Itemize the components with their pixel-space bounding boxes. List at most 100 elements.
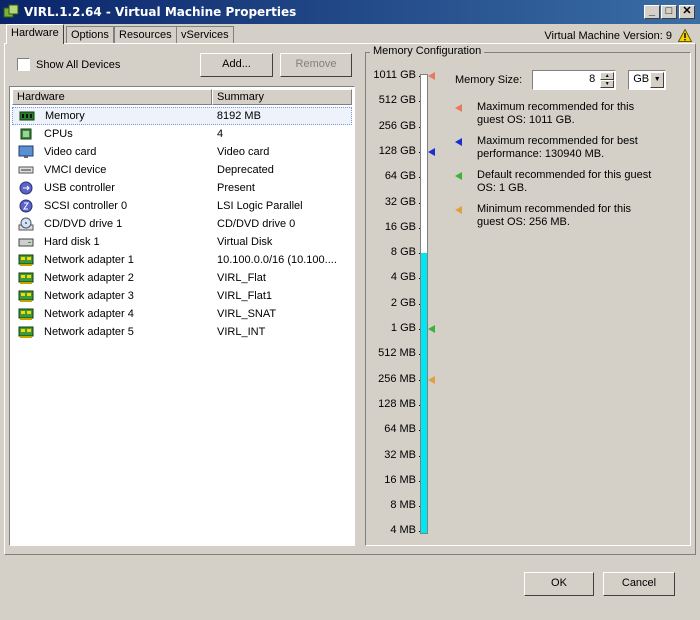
scale-label: 32 MB: [384, 448, 416, 461]
window-title: VIRL.1.2.64 - Virtual Machine Properties: [24, 5, 297, 19]
table-row[interactable]: SCSI controller 0 LSI Logic Parallel: [12, 197, 352, 215]
memory-configuration-label: Memory Configuration: [370, 45, 485, 57]
show-all-devices[interactable]: Show All Devices: [17, 58, 120, 71]
ok-button[interactable]: OK: [524, 572, 594, 596]
memory-unit-value: GB: [633, 73, 650, 85]
hardware-summary: Virtual Disk: [217, 236, 273, 248]
memory-marker-icon: [428, 72, 435, 80]
cancel-button[interactable]: Cancel: [603, 572, 675, 596]
scale-label: 4 MB: [390, 524, 416, 537]
scale-label: 8 MB: [390, 499, 416, 512]
memory-legend-item: Default recommended for this guest OS: 1…: [455, 169, 657, 195]
table-row[interactable]: Memory 8192 MB: [12, 107, 352, 125]
memory-slider-fill[interactable]: [420, 253, 428, 534]
tab-options[interactable]: Options: [66, 26, 114, 43]
table-row[interactable]: Network adapter 5 VIRL_INT: [12, 323, 352, 341]
memory-legend-item: Maximum recommended for this guest OS: 1…: [455, 101, 657, 127]
memory-size-spinner[interactable]: ▲ ▼: [600, 72, 615, 88]
table-row[interactable]: VMCI device Deprecated: [12, 161, 352, 179]
hardware-summary: Video card: [217, 146, 270, 158]
tab-resources[interactable]: Resources: [114, 26, 177, 43]
legend-text: Default recommended for this guest OS: 1…: [477, 169, 652, 194]
table-row[interactable]: Hard disk 1 Virtual Disk: [12, 233, 352, 251]
vm-version: Virtual Machine Version: 9: [544, 29, 692, 42]
memory-size-value: 8: [589, 73, 596, 85]
hardware-table-header: Hardware Summary: [12, 89, 352, 105]
scale-label: 1 GB: [390, 322, 416, 334]
memory-marker-icon: [428, 325, 435, 333]
table-row[interactable]: CPUs 4: [12, 125, 352, 143]
scale-label: 512 GB: [378, 94, 416, 107]
column-hardware[interactable]: Hardware: [12, 89, 212, 105]
spin-down-icon[interactable]: ▼: [600, 80, 615, 88]
scale-label: 128 MB: [378, 397, 416, 410]
scale-label: 512 MB: [378, 347, 416, 360]
legend-marker-icon: [455, 172, 462, 180]
legend-marker-icon: [455, 104, 462, 112]
table-row[interactable]: Network adapter 1 10.100.0.0/16 (10.100..…: [12, 251, 352, 269]
memory-unit-select[interactable]: GB ▼: [628, 70, 667, 90]
remove-button[interactable]: Remove: [280, 53, 352, 77]
warning-icon: [678, 29, 692, 42]
memory-marker-icon: [428, 147, 435, 156]
hardware-summary: Present: [217, 182, 255, 194]
hardware-name: VMCI device: [44, 164, 107, 176]
show-all-devices-checkbox[interactable]: [17, 58, 30, 71]
scale-label: 8 GB: [390, 246, 416, 259]
hardware-summary: VIRL_Flat1: [217, 290, 273, 302]
scale-label: 256 GB: [378, 119, 416, 132]
vm-app-icon: [3, 4, 19, 18]
hardware-summary: 10.100.0.0/16 (10.100....: [217, 254, 337, 266]
table-row[interactable]: Network adapter 2 VIRL_Flat: [12, 269, 352, 287]
scsi-icon: [18, 199, 34, 213]
scale-label: 1011 GB: [373, 69, 416, 81]
chevron-down-icon[interactable]: ▼: [650, 72, 665, 88]
hardware-summary: Deprecated: [217, 164, 274, 176]
hardware-name: CPUs: [44, 128, 73, 140]
scale-label: 64 GB: [384, 170, 416, 183]
table-row[interactable]: Video card Video card: [12, 143, 352, 161]
memory-legend-item: Maximum recommended for best performance…: [455, 135, 657, 161]
network-adapter-icon: [18, 307, 34, 321]
tab-hardware[interactable]: Hardware: [6, 24, 64, 44]
cd-drive-icon: [18, 217, 34, 231]
scale-label: 16 GB: [384, 220, 416, 233]
scale-label: 4 GB: [390, 271, 416, 284]
vm-version-label: Virtual Machine Version: 9: [544, 29, 672, 42]
scale-label: 256 MB: [378, 372, 416, 385]
close-button[interactable]: ✕: [679, 5, 695, 19]
scale-label: 16 MB: [384, 473, 416, 486]
maximize-button[interactable]: □: [661, 5, 677, 19]
minimize-button[interactable]: _: [644, 5, 660, 19]
spin-up-icon[interactable]: ▲: [600, 72, 615, 80]
hard-disk-icon: [18, 235, 34, 249]
tab-vservices[interactable]: vServices: [176, 26, 234, 43]
network-adapter-icon: [18, 271, 34, 285]
table-row[interactable]: Network adapter 3 VIRL_Flat1: [12, 287, 352, 305]
network-adapter-icon: [18, 325, 34, 339]
hardware-name: Network adapter 2: [44, 272, 134, 284]
hardware-summary: 8192 MB: [216, 110, 261, 122]
hardware-name: USB controller: [44, 182, 115, 194]
hardware-summary: VIRL_Flat: [217, 272, 266, 284]
network-adapter-icon: [18, 253, 34, 267]
memory-size-label: Memory Size:: [455, 74, 523, 86]
title-bar: VIRL.1.2.64 - Virtual Machine Properties…: [0, 0, 700, 24]
show-all-devices-label: Show All Devices: [36, 58, 121, 71]
hardware-summary: LSI Logic Parallel: [217, 200, 303, 212]
hardware-summary: VIRL_SNAT: [217, 308, 277, 320]
column-summary[interactable]: Summary: [212, 89, 352, 105]
table-row[interactable]: CD/DVD drive 1 CD/DVD drive 0: [12, 215, 352, 233]
memory-size-row: Memory Size: 8 ▲ ▼ GB ▼: [455, 70, 667, 90]
hardware-name: Memory: [45, 110, 85, 122]
monitor-icon: [18, 145, 34, 159]
hardware-table: Hardware Summary Memory 8192 MB CPUs 4 Video…: [9, 86, 355, 546]
table-row[interactable]: USB controller Present: [12, 179, 352, 197]
table-row[interactable]: Network adapter 4 VIRL_SNAT: [12, 305, 352, 323]
hardware-summary: 4: [217, 128, 224, 140]
legend-marker-icon: [455, 206, 462, 214]
add-button[interactable]: Add...: [200, 53, 273, 77]
scale-label: 64 MB: [384, 423, 416, 436]
hardware-name: Network adapter 4: [44, 308, 134, 320]
memory-size-input[interactable]: 8 ▲ ▼: [532, 70, 617, 90]
